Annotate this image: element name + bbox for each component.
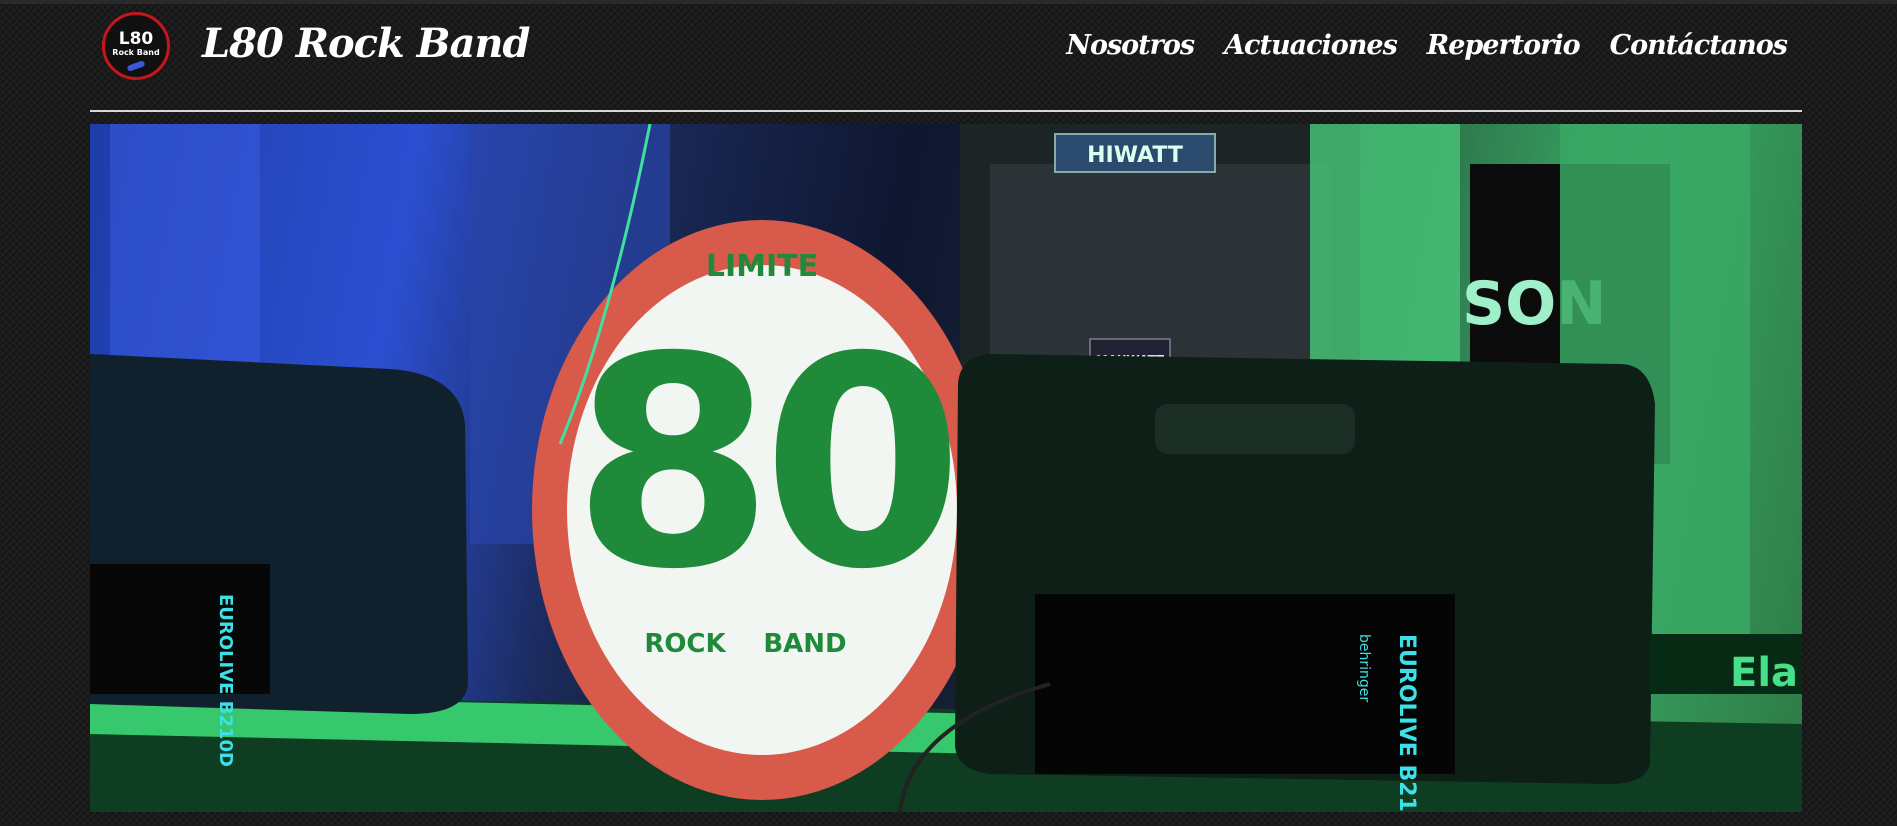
speaker-right-model-text: EUROLIVE B210D (1394, 634, 1419, 812)
main-nav: Nosotros Actuaciones Repertorio Contácta… (1066, 28, 1788, 64)
ladder-backdrop (110, 124, 260, 364)
hero-image: HIWATT MAXWATT SON EUROLIVE B210D LIMITE… (90, 124, 1802, 812)
speaker-right-handle (1155, 404, 1355, 454)
sign-band-text: BAND (763, 629, 846, 659)
sign-limite-text: LIMITE (706, 249, 818, 284)
hero-illustration: HIWATT MAXWATT SON EUROLIVE B210D LIMITE… (90, 124, 1802, 812)
nav-item-repertorio[interactable]: Repertorio (1427, 28, 1581, 64)
pedal-brand-text: Ela (1730, 650, 1798, 696)
guitar-icon (126, 60, 146, 72)
speaker-left-panel (90, 564, 270, 694)
nav-item-nosotros[interactable]: Nosotros (1066, 28, 1195, 64)
header-divider (90, 110, 1802, 112)
speaker-left-model-text: EUROLIVE B210D (215, 594, 236, 767)
logo-text-rockband: Rock Band (112, 47, 160, 57)
site-title[interactable]: L80 Rock Band (202, 20, 530, 68)
nav-item-contactanos[interactable]: Contáctanos (1610, 28, 1788, 64)
speaker-right-panel (1035, 594, 1455, 774)
logo-text-l80: L80 (118, 28, 154, 49)
speaker-maker-text: behringer (1356, 634, 1372, 702)
sign-80-text: 80 (572, 296, 952, 633)
nav-item-actuaciones[interactable]: Actuaciones (1224, 28, 1398, 64)
amp-brand-text: HIWATT (1087, 143, 1183, 168)
band-logo[interactable]: L80 Rock Band (102, 12, 170, 80)
top-border (0, 0, 1897, 4)
sign-rock-text: ROCK (644, 629, 726, 659)
